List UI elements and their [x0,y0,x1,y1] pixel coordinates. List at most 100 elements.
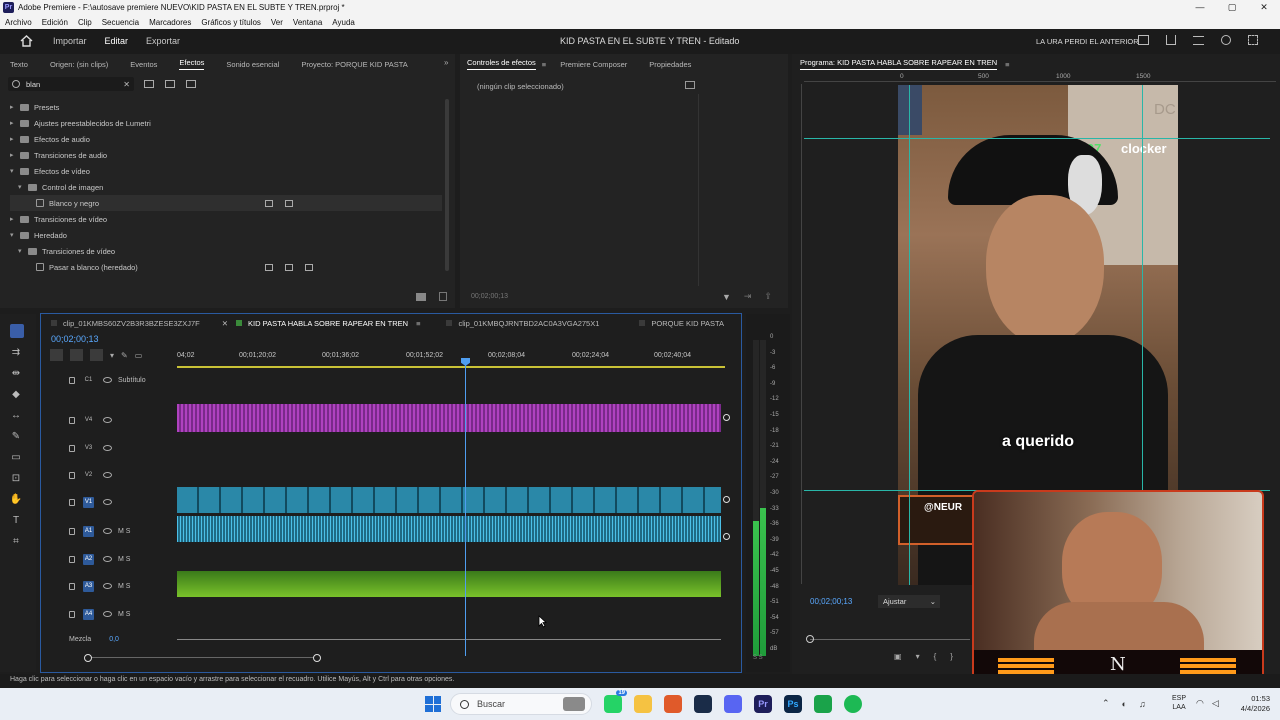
clip[interactable] [177,571,721,597]
pen-tool[interactable]: ✎ [10,430,22,442]
tab-propiedades[interactable]: Propiedades [649,60,691,69]
effects-tree-item[interactable]: Pasar a blanco (heredado) [10,259,442,275]
tab-texto[interactable]: Texto [10,60,28,69]
chevron-down-icon[interactable]: ▾ [10,167,20,175]
menu-graficos[interactable]: Gráficos y títulos [196,18,266,27]
new-bin-icon[interactable] [416,292,426,301]
mark-out-icon[interactable]: } [950,652,953,661]
effects-tree-item[interactable]: ▾ Heredado [10,227,442,243]
maximize-button[interactable]: ▢ [1216,0,1248,15]
fit-dropdown[interactable]: Ajustar ⌄ [878,595,940,608]
tab-exportar[interactable]: Exportar [146,36,180,46]
app-icon[interactable] [814,695,832,713]
chevron-down-icon[interactable]: ▾ [18,183,28,191]
track-id[interactable]: A2 [83,553,94,565]
yuv-effects-icon[interactable] [186,80,196,88]
track-header[interactable]: V1 [69,495,118,509]
menu-icon[interactable] [1193,35,1204,45]
slip-tool[interactable]: ↔ [10,409,22,421]
effects-tree-item[interactable]: ▸ Ajustes preestablecidos de Lumetri [10,115,442,131]
mark-in-icon[interactable]: { [934,652,937,661]
track-scroll-handle[interactable] [723,414,730,421]
panel-menu-icon[interactable]: ≡ [542,60,546,69]
track-header[interactable]: A4 M S [69,607,130,621]
tab-controles-efectos[interactable]: Controles de efectos [467,58,536,70]
menu-edicion[interactable]: Edición [37,18,73,27]
ripple-edit-tool[interactable]: ⇹ [10,367,22,379]
microphone-icon[interactable]: ♫ [1139,699,1146,709]
timeline-ruler[interactable]: 04;02 00;01;20;02 00;01;36;02 00;01;52;02 00… [177,350,725,366]
effects-search-input[interactable]: blan [26,80,123,89]
marker-icon[interactable]: ▾ [916,652,920,661]
zoom-handle[interactable] [806,635,814,643]
scroll-handle-right[interactable] [313,654,321,662]
photoshop-icon[interactable]: Ps [784,695,802,713]
close-tab-icon[interactable]: ✕ [222,319,228,328]
tray-chevron-icon[interactable]: ⌃ [1102,698,1110,709]
lock-icon[interactable] [69,610,75,618]
track-id[interactable]: A1 [83,525,94,537]
effects-scrollbar[interactable] [445,99,449,271]
language-indicator[interactable]: ESP LAA [1172,694,1186,712]
track-scroll-handle[interactable] [723,533,730,540]
tab-editar[interactable]: Editar [105,36,129,46]
minimize-button[interactable]: — [1184,0,1216,15]
taskbar-search[interactable]: Buscar [450,693,592,715]
razor-tool[interactable]: ◆ [10,388,22,400]
mute-icon[interactable] [103,556,112,562]
clip[interactable] [177,487,721,513]
mix-value[interactable]: 0,0 [109,636,119,643]
windows-start-icon[interactable] [425,696,441,712]
timeline-scrollbar[interactable] [86,657,316,663]
whatsapp-icon[interactable]: 19 [604,690,627,713]
captions-icon[interactable]: ▭ [135,351,143,360]
track-header[interactable]: V2 [69,468,118,482]
more-tabs-icon[interactable]: » [444,58,448,67]
effects-tree-item[interactable]: ▸ Transiciones de audio [10,147,442,163]
lock-icon[interactable] [69,527,75,535]
rectangle-tool[interactable]: ▭ [10,451,22,463]
effects-tree-item[interactable]: ▸ Efectos de audio [10,131,442,147]
eye-icon[interactable] [103,499,112,505]
effects-tree-item[interactable]: ▾ Transiciones de vídeo [10,243,442,259]
volume-icon[interactable]: ◁ [1212,698,1219,709]
filter-icon[interactable]: ▼ [722,292,731,302]
lock-icon[interactable] [69,582,75,590]
fullscreen-icon[interactable] [1248,35,1258,45]
chevron-right-icon[interactable]: ▸ [10,135,20,143]
premiere-taskbar-icon[interactable]: Pr [754,695,772,713]
tab-sequence-1[interactable]: clip_01KMBS60ZV2B3R3BZESE3ZXJ7F [63,319,200,328]
tab-premiere-composer[interactable]: Premiere Composer [560,60,627,69]
brave-icon[interactable] [664,695,682,713]
track-id[interactable]: C1 [83,375,94,386]
32bit-effects-icon[interactable] [165,80,175,88]
effects-tree-item[interactable]: ▾ Control de imagen [10,179,442,195]
eye-icon[interactable] [103,417,112,423]
track-header[interactable]: C1 Subtítulo [69,373,146,387]
hand-tool[interactable]: ✋ [10,493,22,505]
eye-icon[interactable] [103,472,112,478]
discord-icon[interactable] [724,695,742,713]
share-icon[interactable] [1166,35,1176,45]
search-icon[interactable] [1221,35,1231,45]
playhead[interactable] [465,358,466,656]
clock[interactable]: 01:53 4/4/2026 [1232,694,1270,714]
tab-eventos[interactable]: Eventos [130,60,157,69]
menu-ayuda[interactable]: Ayuda [327,18,360,27]
selection-tool[interactable] [10,324,24,338]
eye-icon[interactable] [103,377,112,383]
type-tool[interactable]: T [10,514,22,526]
track-header[interactable]: V4 [69,413,118,427]
menu-ver[interactable]: Ver [266,18,288,27]
tab-sequence-active[interactable]: KID PASTA HABLA SOBRE RAPEAR EN TREN [248,319,408,328]
program-monitor-title[interactable]: Programa: KID PASTA HABLA SOBRE RAPEAR E… [800,58,998,70]
close-button[interactable]: ✕ [1248,0,1280,15]
tab-sequence-3[interactable]: clip_01KMBQJRNTBD2AC0A3VGA275X1 [458,319,599,328]
track-header[interactable]: A1 M S [69,524,130,538]
track-id[interactable]: A3 [83,580,94,592]
scroll-handle-left[interactable] [84,654,92,662]
chevron-right-icon[interactable]: ▸ [10,119,20,127]
track-id[interactable]: V2 [83,470,94,481]
track-id[interactable]: V3 [83,443,94,454]
track-header[interactable]: A3 M S [69,579,130,593]
